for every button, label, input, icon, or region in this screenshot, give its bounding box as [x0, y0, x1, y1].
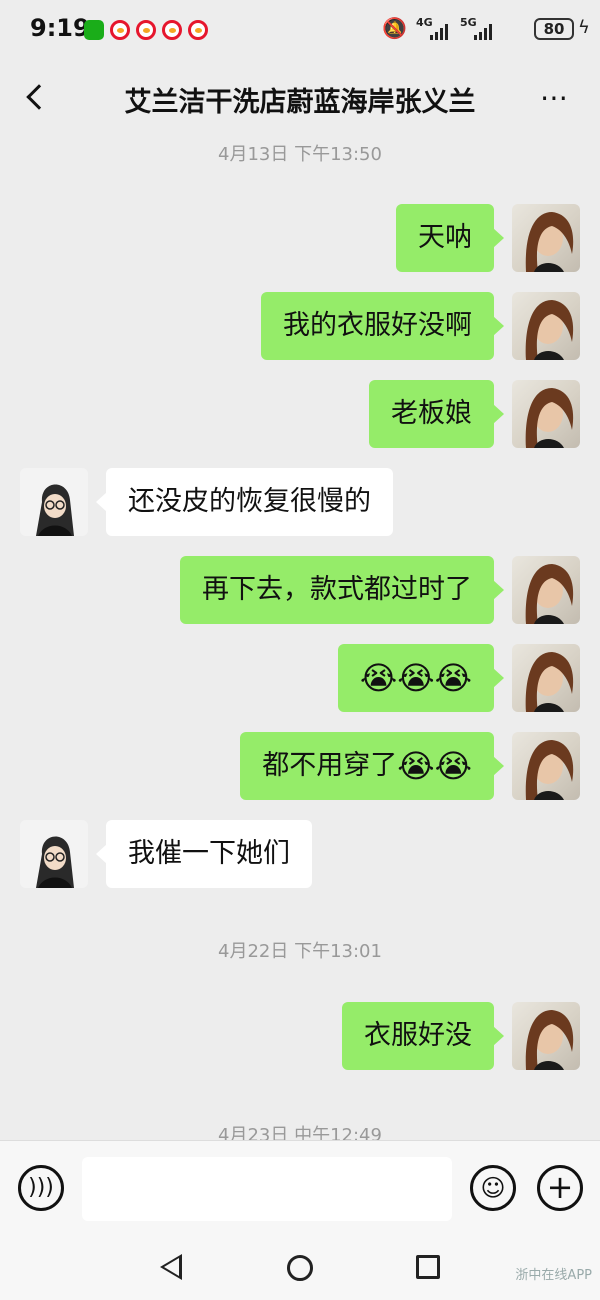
message-bubble-sent[interactable]: 我的衣服好没啊 — [261, 292, 504, 360]
crying-laughing-emoji: 😭😭😭 — [359, 659, 472, 697]
weibo-icon — [162, 20, 182, 40]
status-time: 9:19 — [30, 14, 90, 42]
avatar[interactable] — [512, 380, 580, 448]
status-bar: 9:19 🔕 4G 5G 80 ϟ — [0, 0, 600, 58]
crying-laughing-emoji: 😭😭 — [397, 747, 472, 785]
back-icon[interactable] — [26, 84, 52, 110]
message-row: 还没皮的恢复很慢的 — [0, 468, 600, 536]
avatar[interactable] — [512, 644, 580, 712]
battery-icon: 80 — [534, 18, 574, 40]
avatar[interactable] — [512, 732, 580, 800]
message-row: 再下去，款式都过时了 — [0, 556, 600, 624]
message-row: 天呐 — [0, 204, 600, 272]
chat-title: 艾兰洁干洗店蔚蓝海岸张义兰 — [124, 87, 476, 118]
more-icon[interactable]: ⋯ — [540, 84, 570, 112]
chat-header: 艾兰洁干洗店蔚蓝海岸张义兰 ⋯ — [0, 58, 600, 140]
message-row: 都不用穿了😭😭 — [0, 732, 600, 800]
message-bubble-sent[interactable]: 天呐 — [396, 204, 504, 272]
avatar[interactable] — [512, 292, 580, 360]
nav-home-icon[interactable] — [287, 1255, 313, 1281]
message-bubble-sent[interactable]: 再下去，款式都过时了 — [180, 556, 504, 624]
mute-bell-icon: 🔕 — [382, 16, 407, 40]
timestamp: 4月13日 下午13:50 — [218, 144, 382, 165]
chat-area[interactable]: 4月13日 下午13:50 天呐 我的衣服好没啊 老板娘 还没皮的恢复很慢的 再… — [0, 140, 600, 1140]
message-row: 我的衣服好没啊 — [0, 292, 600, 360]
charging-icon: ϟ — [578, 17, 590, 38]
emoji-icon[interactable]: ☺ — [470, 1165, 516, 1211]
nav-back-icon[interactable] — [160, 1254, 182, 1280]
wechat-icon — [84, 20, 104, 40]
message-bubble-sent[interactable]: 😭😭😭 — [337, 644, 505, 712]
nav-recents-icon[interactable] — [416, 1255, 440, 1279]
avatar[interactable] — [20, 468, 88, 536]
message-bubble-sent[interactable]: 都不用穿了😭😭 — [240, 732, 504, 800]
avatar[interactable] — [512, 204, 580, 272]
signal-icon — [426, 24, 448, 40]
message-row: 😭😭😭 — [0, 644, 600, 712]
input-bar: ))) ☺ + — [0, 1140, 600, 1240]
message-row: 衣服好没 — [0, 1002, 600, 1070]
message-input[interactable] — [82, 1157, 452, 1221]
watermark: 浙中在线APP — [515, 1268, 592, 1283]
message-bubble-sent[interactable]: 老板娘 — [369, 380, 504, 448]
timestamp: 4月23日 中午12:49 — [218, 1125, 382, 1140]
weibo-icon — [136, 20, 156, 40]
message-bubble-received[interactable]: 还没皮的恢复很慢的 — [96, 468, 393, 536]
avatar[interactable] — [512, 556, 580, 624]
message-row: 我催一下她们 — [0, 820, 600, 888]
avatar[interactable] — [512, 1002, 580, 1070]
message-bubble-received[interactable]: 我催一下她们 — [96, 820, 312, 888]
avatar[interactable] — [20, 820, 88, 888]
voice-icon[interactable]: ))) — [18, 1165, 64, 1211]
timestamp: 4月22日 下午13:01 — [218, 941, 382, 962]
plus-icon[interactable]: + — [537, 1165, 583, 1211]
message-row: 老板娘 — [0, 380, 600, 448]
signal-icon — [470, 24, 492, 40]
weibo-icon — [110, 20, 130, 40]
message-text: 都不用穿了 — [262, 750, 398, 781]
system-nav-bar: 浙中在线APP — [0, 1240, 600, 1300]
message-bubble-sent[interactable]: 衣服好没 — [342, 1002, 504, 1070]
weibo-icon — [188, 20, 208, 40]
